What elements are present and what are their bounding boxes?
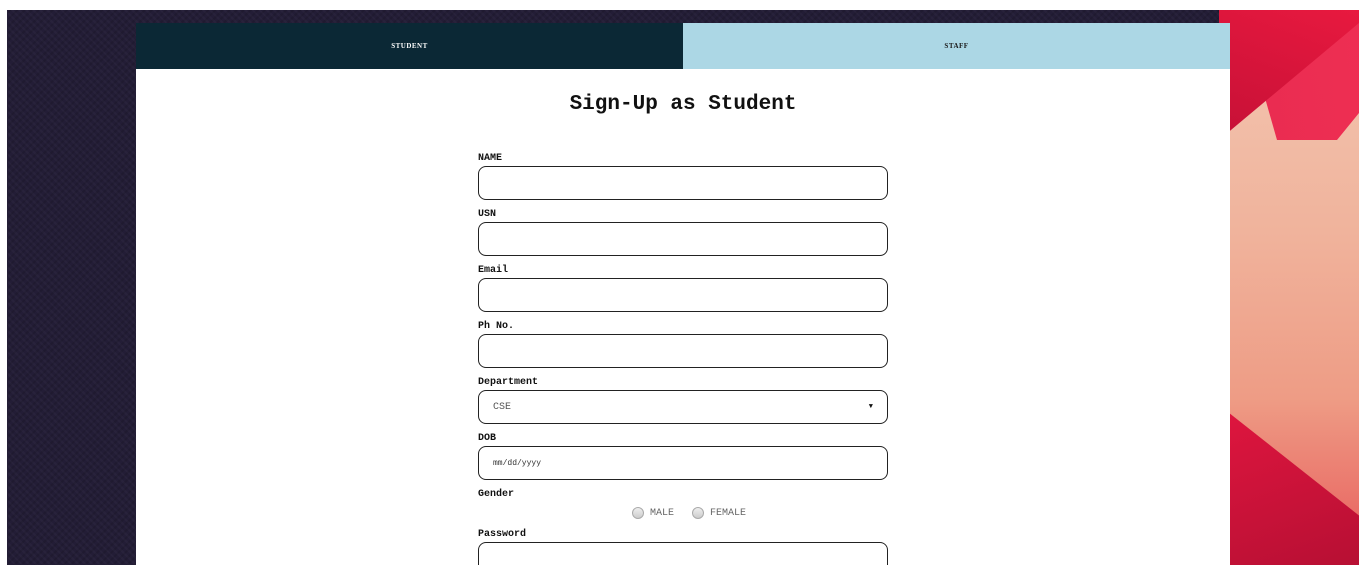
caret-down-icon: ▼ [868,403,873,411]
department-selected-value: CSE [493,401,512,413]
signup-panel: STUDENT STAFF Sign-Up as Student NAME US… [136,23,1230,565]
gender-label: Gender [478,489,515,500]
password-label: Password [478,529,527,540]
dob-input[interactable]: mm/dd/yyyy [478,446,888,480]
usn-input[interactable] [478,222,888,256]
dob-placeholder: mm/dd/yyyy [493,458,542,468]
email-input[interactable] [478,278,888,312]
password-input[interactable] [478,542,888,565]
gender-female-radio[interactable] [692,507,704,519]
dob-label: DOB [478,433,497,444]
gender-options: MALE FEMALE [478,507,888,519]
usn-label: USN [478,209,497,220]
phone-label: Ph No. [478,321,515,332]
phone-input[interactable] [478,334,888,368]
email-label: Email [478,265,509,276]
department-label: Department [478,377,539,388]
tab-bar: STUDENT STAFF [136,23,1230,69]
name-input[interactable] [478,166,888,200]
department-select[interactable]: CSE ▼ [478,390,888,424]
tab-staff[interactable]: STAFF [683,23,1230,69]
signup-form: NAME USN Email Ph No. Department CSE ▼ D… [478,153,888,565]
gender-male-label: MALE [649,507,674,519]
gender-female-label: FEMALE [710,507,747,519]
tab-student[interactable]: STUDENT [136,23,683,69]
name-label: NAME [478,153,503,164]
gender-male-radio[interactable] [631,507,644,519]
page-title: Sign-Up as Student [569,93,797,116]
